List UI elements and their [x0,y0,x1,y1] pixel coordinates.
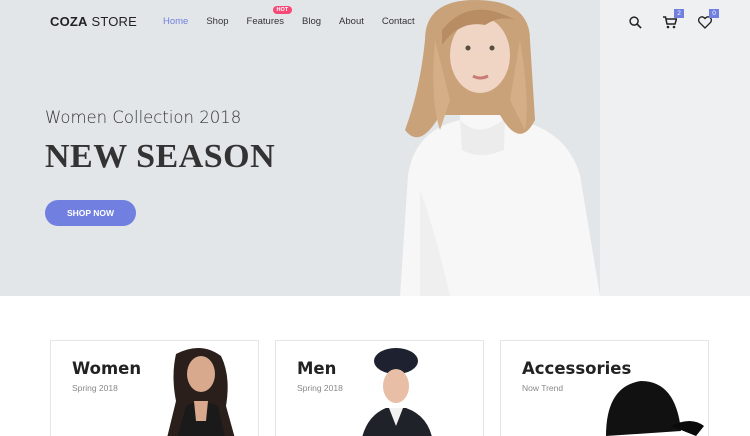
hero-model-image [400,0,600,296]
banner-title: Women [72,359,142,378]
banner-subtitle: Spring 2018 [72,383,118,393]
cart-count-badge: 2 [674,9,684,18]
hero-title: NEW SEASON [45,138,276,175]
main-nav: Home Shop Features HOT Blog About Contact [163,6,433,27]
banner-subtitle: Spring 2018 [297,383,343,393]
banner-men[interactable]: Men Spring 2018 [275,340,484,436]
hot-badge: HOT [272,6,293,14]
hero-backdrop [600,0,750,296]
banner-accessories[interactable]: Accessories Now Trend [500,340,709,436]
site-header: COZA STORE Home Shop Features HOT Blog Ab… [0,0,750,44]
nav-home[interactable]: Home [163,16,188,27]
logo[interactable]: COZA STORE [50,14,137,29]
women-model-image [167,348,235,436]
nav-contact[interactable]: Contact [382,16,415,27]
cart-button[interactable]: 2 [660,9,684,32]
banner-subtitle: Now Trend [522,383,564,393]
search-button[interactable] [625,12,645,32]
nav-blog[interactable]: Blog [302,16,321,27]
nav-shop[interactable]: Shop [206,16,228,27]
search-icon [628,15,642,29]
banner-title: Men [297,359,337,378]
nav-about[interactable]: About [339,16,364,27]
men-model-image [362,348,432,436]
cap-image [606,381,704,436]
shop-now-button[interactable]: SHOP NOW [45,200,136,226]
banner-women[interactable]: Women Spring 2018 [50,340,259,436]
hero-subtitle: Women Collection 2018 [45,108,242,127]
wishlist-button[interactable]: 0 [695,9,719,32]
nav-features[interactable]: Features HOT [247,6,293,27]
wishlist-count-badge: 0 [709,9,719,18]
header-icons: 2 0 [625,9,730,32]
